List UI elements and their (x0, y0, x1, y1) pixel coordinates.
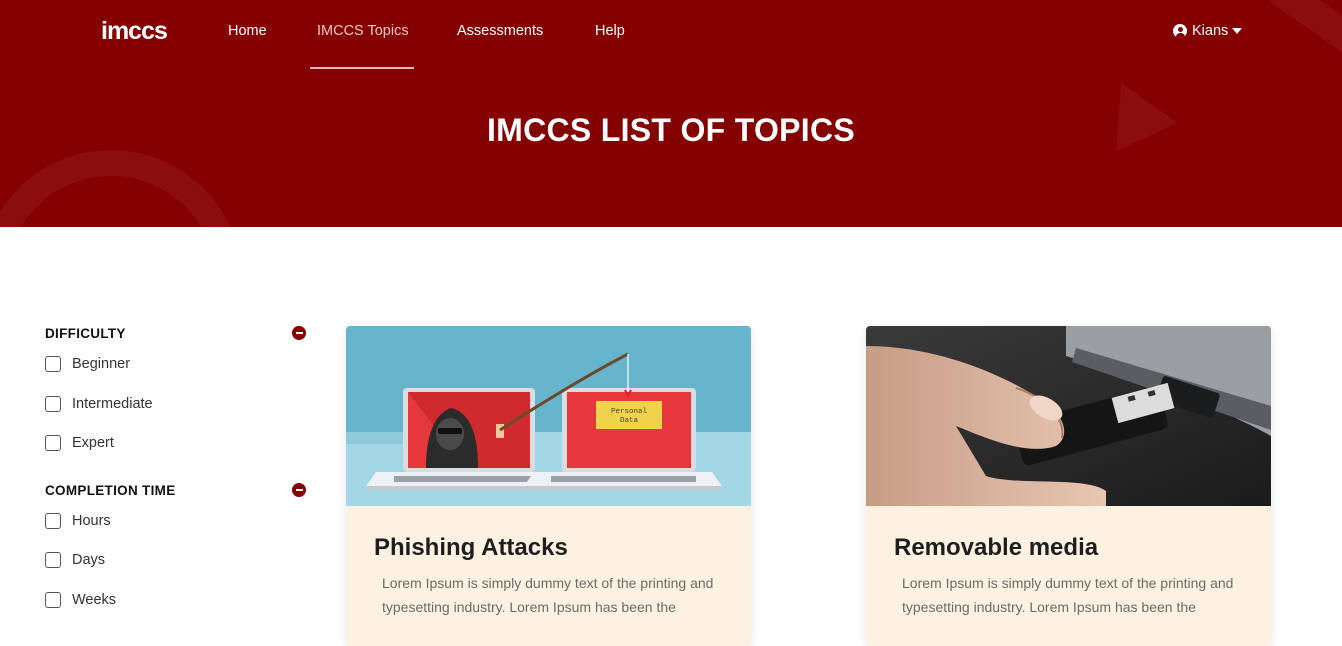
nav-assessments[interactable]: Assessments (457, 20, 543, 42)
filter-option-days[interactable]: Days (45, 550, 105, 570)
caret-down-icon (1232, 28, 1243, 34)
collapse-minus-icon[interactable] (292, 483, 306, 497)
filter-option-intermediate[interactable]: Intermediate (45, 394, 153, 414)
image-caption: Personal (611, 408, 648, 416)
filter-option-weeks[interactable]: Weeks (45, 590, 116, 610)
phishing-illustration-svg: Personal Data (346, 326, 751, 506)
filter-option-hours[interactable]: Hours (45, 511, 111, 531)
card-description: Lorem Ipsum is simply dummy text of the … (902, 575, 1234, 615)
filter-option-label: Days (72, 552, 106, 568)
filter-title: DIFFICULTY (45, 325, 126, 341)
filter-group-completion-time: COMPLETION TIME Hours Days Weeks (45, 480, 307, 608)
filter-option-label: Weeks (72, 592, 117, 608)
nav-home[interactable]: Home (228, 20, 267, 42)
phishing-illustration: Personal Data (346, 326, 751, 506)
hero-banner: imccs Home IMCCS Topics Assessments Help… (0, 0, 1342, 227)
decorative-bar (1269, 0, 1342, 54)
nav-imccs-topics[interactable]: IMCCS Topics (317, 20, 409, 42)
checkbox-icon[interactable] (45, 552, 61, 568)
filter-option-label: Hours (72, 513, 111, 529)
checkbox-icon[interactable] (45, 356, 61, 372)
card-description: Lorem Ipsum is simply dummy text of the … (382, 575, 714, 615)
card-title[interactable]: Phishing Attacks (374, 534, 568, 562)
checkbox-icon[interactable] (45, 435, 61, 451)
collapse-minus-icon[interactable] (292, 326, 306, 340)
page-title: IMCCS LIST OF TOPICS (486, 112, 856, 148)
topic-card-removable-media[interactable]: Removable media Lorem Ipsum is simply du… (866, 326, 1271, 646)
site-logo[interactable]: imccs (101, 18, 168, 44)
image-caption: Data (620, 417, 639, 425)
usb-photo (866, 326, 1271, 506)
user-icon (1173, 24, 1187, 38)
card-title[interactable]: Removable media (894, 534, 1098, 562)
filter-option-label: Expert (72, 435, 114, 451)
checkbox-icon[interactable] (45, 396, 61, 412)
user-name: Kians (1192, 23, 1229, 39)
filter-option-label: Beginner (72, 356, 131, 372)
checkbox-icon[interactable] (45, 592, 61, 608)
topic-card-phishing[interactable]: Personal Data Phishing Attacks Lorem Ips… (346, 326, 751, 646)
decorative-ring (0, 150, 242, 227)
filter-title: COMPLETION TIME (45, 482, 176, 498)
filter-option-label: Intermediate (72, 396, 153, 412)
filter-group-difficulty: DIFFICULTY Beginner Intermediate Expert (45, 323, 307, 451)
user-menu[interactable]: Kians (1173, 21, 1243, 41)
checkbox-icon[interactable] (45, 513, 61, 529)
usb-photo-svg (866, 326, 1271, 506)
active-nav-indicator (310, 67, 414, 69)
nav-help[interactable]: Help (595, 20, 625, 42)
filter-option-expert[interactable]: Expert (45, 433, 114, 453)
filter-option-beginner[interactable]: Beginner (45, 354, 130, 374)
